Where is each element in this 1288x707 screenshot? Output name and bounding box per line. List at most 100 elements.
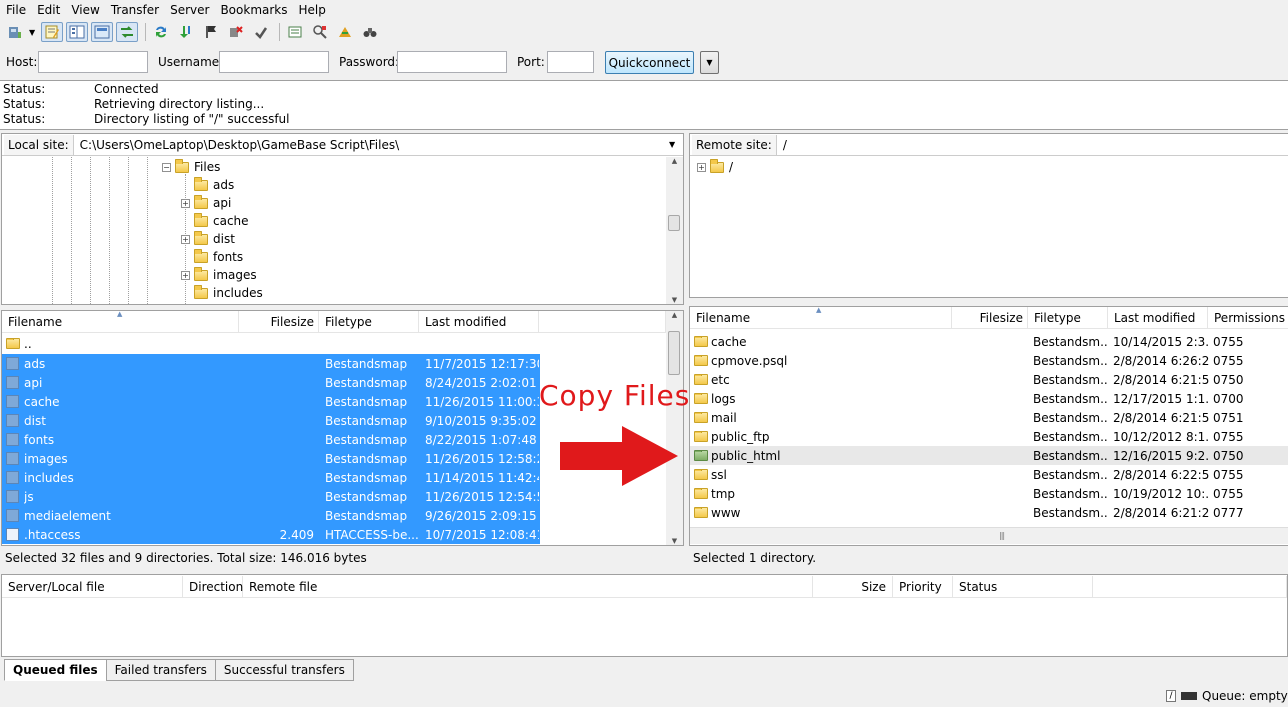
toggle-local-tree-icon[interactable] <box>66 22 89 42</box>
remote-site-label: Remote site: <box>692 134 777 155</box>
tree-item-includes[interactable]: includes <box>181 284 263 302</box>
queue-column-priority[interactable]: Priority <box>893 576 953 598</box>
menu-item-file[interactable]: File <box>0 3 31 17</box>
remote-site-bar: Remote site: / <box>690 134 1288 156</box>
host-input[interactable] <box>38 51 148 73</box>
list-item[interactable]: tmp Bestandsm... 10/19/2012 10:... 0755 <box>690 484 1288 503</box>
menu-item-transfer[interactable]: Transfer <box>105 3 164 17</box>
quickconnect-dropdown-icon[interactable]: ▼ <box>700 51 719 74</box>
folder-icon <box>194 194 208 209</box>
local-path-dropdown-icon[interactable]: ▼ <box>669 140 683 149</box>
cancel-operation-icon[interactable] <box>200 22 222 42</box>
column-header-filetype[interactable]: Filetype <box>319 311 419 333</box>
process-queue-icon[interactable] <box>175 22 197 42</box>
column-header-permissions[interactable]: Permissions <box>1208 307 1288 329</box>
column-header-filesize[interactable]: Filesize <box>239 311 319 333</box>
refresh-icon[interactable] <box>150 22 172 42</box>
queue-column-size[interactable]: Size <box>813 576 893 598</box>
menu-item-edit[interactable]: Edit <box>31 3 65 17</box>
expand-icon[interactable]: + <box>181 198 190 208</box>
list-item[interactable]: .htaccess 2.409 HTACCESS-be... 10/7/2015 12… <box>2 525 540 544</box>
queue-column-remote-file[interactable]: Remote file <box>243 576 813 598</box>
list-item[interactable]: jsBestandsmap11/26/2015 12:54:5... <box>2 487 540 506</box>
expand-icon[interactable]: + <box>181 270 190 280</box>
remote-hscrollbar[interactable]: ||| <box>690 527 1288 544</box>
list-item[interactable]: logs Bestandsm... 12/17/2015 1:1... 0700 <box>690 389 1288 408</box>
tree-item-ads[interactable]: ads <box>181 176 234 194</box>
toggle-queue-icon[interactable] <box>116 22 139 42</box>
list-item[interactable]: sslBestandsm...2/8/2014 6:22:5...0755 <box>690 465 1288 484</box>
column-header-filetype[interactable]: Filetype <box>1028 307 1108 329</box>
list-item[interactable]: cache Bestandsm... 10/14/2015 2:3... 0755 <box>690 332 1288 351</box>
column-header-last-modified[interactable]: Last modified <box>1108 307 1208 329</box>
folder-icon <box>6 490 19 503</box>
directory-listing-filters-icon[interactable] <box>284 22 306 42</box>
folder-icon <box>694 374 708 385</box>
tree-item-root[interactable]: + / <box>697 158 733 176</box>
list-item-parent[interactable]: .. <box>2 334 542 353</box>
scroll-down-icon: ▼ <box>671 537 678 545</box>
menu-item-bookmarks[interactable]: Bookmarks <box>214 3 292 17</box>
toggle-log-icon[interactable] <box>41 22 64 42</box>
toggle-remote-tree-icon[interactable] <box>91 22 114 42</box>
folder-icon <box>194 248 208 263</box>
folder-icon <box>6 509 19 522</box>
transfer-queue[interactable]: Server/Local file Direction Remote file Siz… <box>1 574 1288 657</box>
search-remote-files-icon[interactable] <box>359 22 381 42</box>
tree-item-cache[interactable]: cache <box>181 212 249 230</box>
synchronized-browsing-icon[interactable] <box>334 22 356 42</box>
list-item[interactable]: distBestandsmap9/10/2015 9:35:02 ... <box>2 411 540 430</box>
port-input[interactable] <box>547 51 594 73</box>
local-tree-scrollbar[interactable]: ▲ ▼ <box>666 157 683 304</box>
list-item[interactable]: cpmove.psqlBestandsm...2/8/2014 6:26:2..… <box>690 351 1288 370</box>
folder-icon <box>694 355 708 366</box>
folder-icon <box>175 158 189 173</box>
list-item[interactable]: wwwBestandsm...2/8/2014 6:21:2...0777 <box>690 503 1288 522</box>
directory-comparison-icon[interactable] <box>309 22 331 42</box>
tab-failed-transfers[interactable]: Failed transfers <box>105 659 216 681</box>
disconnect-icon[interactable] <box>225 22 247 42</box>
tree-item-files[interactable]: − Files <box>162 158 220 176</box>
list-item[interactable]: public_html Bestandsm... 12/16/2015 9:2...… <box>690 446 1288 465</box>
expand-icon[interactable]: + <box>181 234 190 244</box>
list-item[interactable]: apiBestandsmap8/24/2015 2:02:01 ... <box>2 373 540 392</box>
queue-column-server-local-file[interactable]: Server/Local file <box>2 576 183 598</box>
local-status: Selected 32 files and 9 directories. Tot… <box>1 547 684 568</box>
folder-icon <box>694 431 708 442</box>
tab-successful-transfers[interactable]: Successful transfers <box>214 659 354 681</box>
expand-icon: + <box>697 162 706 172</box>
column-header-last-modified[interactable]: Last modified <box>419 311 539 333</box>
site-manager-dropdown-icon[interactable]: ▼ <box>29 28 35 37</box>
password-input[interactable] <box>397 51 507 73</box>
tree-item-fonts[interactable]: fonts <box>181 248 243 266</box>
list-item[interactable]: imagesBestandsmap11/26/2015 12:58:2... <box>2 449 540 468</box>
list-item[interactable]: adsBestandsmap11/7/2015 12:17:30... <box>2 354 540 373</box>
remote-site-path[interactable]: / <box>777 138 1288 152</box>
tree-item-dist[interactable]: + dist <box>181 230 235 248</box>
username-label: Username: <box>158 55 224 69</box>
queue-column-direction[interactable]: Direction <box>183 576 243 598</box>
scroll-up-icon: ▲ <box>671 311 678 319</box>
list-item[interactable]: includesBestandsmap11/14/2015 11:42:4... <box>2 468 540 487</box>
list-item[interactable]: mailBestandsm...2/8/2014 6:21:5...0751 <box>690 408 1288 427</box>
tree-item-api[interactable]: + api <box>181 194 231 212</box>
list-item[interactable]: etcBestandsm...2/8/2014 6:21:5...0750 <box>690 370 1288 389</box>
local-site-path[interactable]: C:\Users\OmeLaptop\Desktop\GameBase Scri… <box>74 138 669 152</box>
list-item[interactable]: mediaelement Bestandsmap 9/26/2015 2:09:15… <box>2 506 540 525</box>
tree-item-images[interactable]: + images <box>181 266 257 284</box>
local-site-label: Local site: <box>4 134 74 155</box>
username-input[interactable] <box>219 51 329 73</box>
queue-column-status[interactable]: Status <box>953 576 1093 598</box>
list-item[interactable]: public_ftp Bestandsm... 10/12/2012 8:1... 0… <box>690 427 1288 446</box>
reconnect-icon[interactable] <box>250 22 272 42</box>
menu-item-help[interactable]: Help <box>293 3 331 17</box>
list-item[interactable]: cacheBestandsmap11/26/2015 11:00:3... <box>2 392 540 411</box>
list-item[interactable]: fontsBestandsmap8/22/2015 1:07:48 ... <box>2 430 540 449</box>
menu-item-view[interactable]: View <box>65 3 104 17</box>
quickconnect-button[interactable]: Quickconnect <box>605 51 694 74</box>
menu-item-server[interactable]: Server <box>164 3 214 17</box>
site-manager-icon[interactable] <box>4 22 26 42</box>
tab-queued-files[interactable]: Queued files <box>4 659 107 681</box>
column-header-filesize[interactable]: Filesize <box>952 307 1028 329</box>
message-log[interactable]: Status: Connected Status: Retrieving direc… <box>0 80 1288 130</box>
